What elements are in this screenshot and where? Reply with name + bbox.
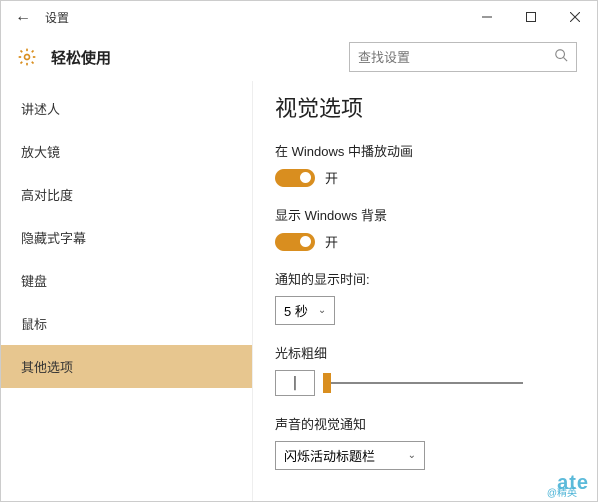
sidebar-item-label: 鼠标 [21,317,47,332]
cursor-thickness-label: 光标粗细 [275,343,575,362]
app-title: 轻松使用 [51,47,349,68]
sidebar-item-other-options[interactable]: 其他选项 [1,345,252,388]
slider-thumb[interactable] [323,373,331,393]
maximize-button[interactable] [509,3,553,31]
sidebar-item-high-contrast[interactable]: 高对比度 [1,173,252,216]
chevron-down-icon: ⌄ [318,305,326,316]
notification-duration-label: 通知的显示时间: [275,269,575,288]
sidebar-item-closed-captions[interactable]: 隐藏式字幕 [1,216,252,259]
search-input[interactable] [358,50,554,65]
animations-label: 在 Windows 中播放动画 [275,141,575,160]
sidebar-item-label: 高对比度 [21,188,73,203]
sidebar-item-label: 其他选项 [21,360,73,375]
gear-icon [15,45,39,69]
chevron-down-icon: ⌄ [408,450,416,461]
sidebar-item-magnifier[interactable]: 放大镜 [1,130,252,173]
page-heading: 视觉选项 [275,91,575,123]
sidebar-item-mouse[interactable]: 鼠标 [1,302,252,345]
sidebar-item-label: 讲述人 [21,102,60,117]
settings-window: ← 设置 轻松使用 讲述人 放大镜 高 [0,0,598,502]
sidebar-item-narrator[interactable]: 讲述人 [1,87,252,130]
close-button[interactable] [553,3,597,31]
background-toggle[interactable] [275,233,315,251]
back-button[interactable]: ← [15,8,35,26]
sidebar: 讲述人 放大镜 高对比度 隐藏式字幕 键盘 鼠标 其他选项 [1,81,253,501]
titlebar: ← 设置 [1,1,597,33]
animations-state: 开 [325,168,338,187]
animations-toggle[interactable] [275,169,315,187]
sound-visual-label: 声音的视觉通知 [275,414,575,433]
window-title: 设置 [45,9,465,26]
minimize-button[interactable] [465,3,509,31]
sidebar-item-label: 隐藏式字幕 [21,231,86,246]
search-icon [554,48,568,67]
maximize-icon [526,12,536,22]
cursor-thickness-slider[interactable] [323,373,523,393]
sidebar-item-keyboard[interactable]: 键盘 [1,259,252,302]
notification-duration-value: 5 秒 [284,301,308,320]
search-box[interactable] [349,42,577,72]
sidebar-item-label: 键盘 [21,274,47,289]
header: 轻松使用 [1,33,597,81]
close-icon [570,12,580,22]
content-pane: 视觉选项 在 Windows 中播放动画 开 显示 Windows 背景 开 通… [253,81,597,501]
sound-visual-value: 闪烁活动标题栏 [284,446,375,465]
minimize-icon [482,12,492,22]
cursor-preview: | [275,370,315,396]
notification-duration-select[interactable]: 5 秒 ⌄ [275,296,335,325]
background-label: 显示 Windows 背景 [275,205,575,224]
sound-visual-select[interactable]: 闪烁活动标题栏 ⌄ [275,441,425,470]
background-state: 开 [325,232,338,251]
sidebar-item-label: 放大镜 [21,145,60,160]
